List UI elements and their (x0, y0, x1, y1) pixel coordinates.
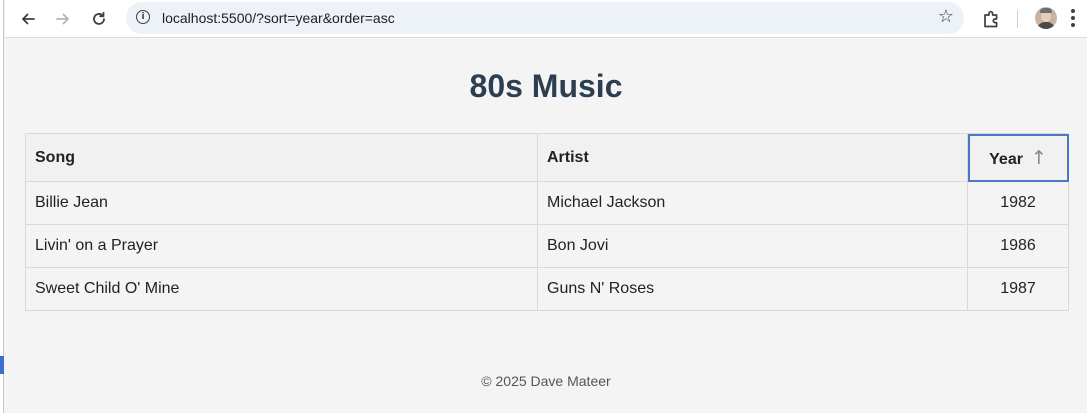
column-header-label: Year (989, 150, 1023, 168)
column-header-artist[interactable]: Artist (537, 133, 968, 182)
cell-year: 1982 (967, 181, 1069, 225)
sort-ascending-icon: ↑ (1030, 146, 1047, 169)
column-header-label: Artist (547, 148, 589, 166)
back-button[interactable] (14, 7, 42, 31)
column-header-label: Song (35, 148, 75, 166)
table-row: Sweet Child O' Mine Guns N' Roses 1987 (25, 267, 1069, 311)
kebab-menu-icon[interactable] (1071, 9, 1075, 27)
url-text[interactable]: localhost:5500/?sort=year&order=asc (162, 10, 395, 26)
arrow-right-icon (56, 13, 69, 25)
page-content: 80s Music Song Artist Year ↑ Billie Jean … (5, 38, 1087, 413)
star-icon[interactable]: ☆ (938, 6, 954, 27)
table-row: Livin' on a Prayer Bon Jovi 1986 (25, 224, 1069, 268)
arrow-left-icon (22, 13, 35, 25)
address-bar[interactable]: i localhost:5500/?sort=year&order=asc ☆ (126, 2, 964, 34)
reload-icon (93, 11, 105, 25)
cell-year: 1987 (967, 267, 1069, 311)
info-icon[interactable]: i (136, 10, 150, 24)
toolbar-divider (1017, 10, 1018, 28)
reload-button[interactable] (85, 7, 113, 31)
window-edge-highlight (0, 356, 4, 374)
page-footer: © 2025 Dave Mateer (481, 373, 611, 389)
table-row: Billie Jean Michael Jackson 1982 (25, 181, 1069, 225)
cell-artist: Michael Jackson (537, 181, 968, 225)
table-header-row: Song Artist Year ↑ (25, 133, 1069, 182)
browser-window: i localhost:5500/?sort=year&order=asc ☆ … (0, 0, 1087, 413)
column-header-year[interactable]: Year ↑ (967, 133, 1069, 182)
left-window-edge (0, 0, 4, 413)
cell-artist: Bon Jovi (537, 224, 968, 268)
forward-button[interactable] (49, 7, 77, 31)
cell-song: Livin' on a Prayer (25, 224, 538, 268)
music-table: Song Artist Year ↑ Billie Jean Michael Ja… (25, 133, 1069, 311)
puzzle-piece-icon (984, 10, 998, 28)
browser-toolbar: i localhost:5500/?sort=year&order=asc ☆ (5, 0, 1087, 38)
cell-year: 1986 (967, 224, 1069, 268)
cell-song: Sweet Child O' Mine (25, 267, 538, 311)
column-header-song[interactable]: Song (25, 133, 538, 182)
cell-song: Billie Jean (25, 181, 538, 225)
avatar[interactable] (1035, 7, 1057, 29)
page-title: 80s Music (469, 68, 623, 104)
cell-artist: Guns N' Roses (537, 267, 968, 311)
extensions-button[interactable] (980, 7, 1004, 31)
